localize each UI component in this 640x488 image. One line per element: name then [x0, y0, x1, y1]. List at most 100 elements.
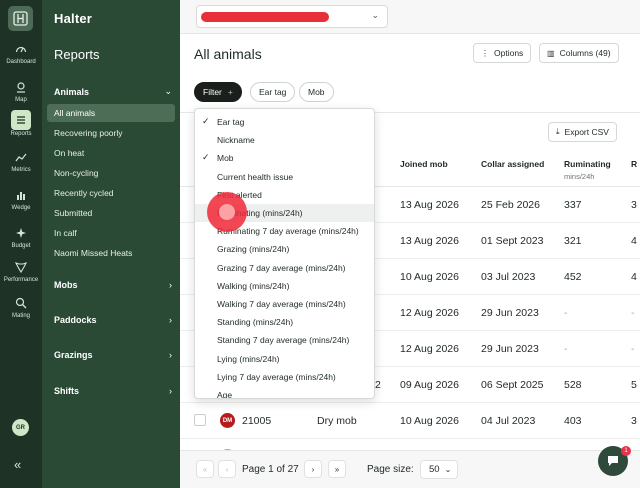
- chevron-down-icon: ⌄: [164, 86, 172, 96]
- dropdown-option-label: Grazing 7 day average (mins/24h): [217, 262, 346, 273]
- nav-item-submitted[interactable]: Submitted: [47, 204, 175, 222]
- options-label: Options: [494, 48, 524, 58]
- col-header-collar-assigned[interactable]: Collar assigned: [481, 159, 544, 169]
- table-row[interactable]: DM 21005 Dry mob 10 Aug 2026 04 Jul 2023 403 3: [180, 403, 640, 439]
- halter-logo-icon[interactable]: [8, 6, 33, 31]
- line-chart-icon: [11, 148, 31, 166]
- dropdown-option-label: Current health issue: [217, 171, 294, 182]
- dropdown-option-standing-mins-24h[interactable]: Standing (mins/24h): [195, 313, 374, 331]
- mob-badge: DM: [220, 413, 235, 428]
- dropdown-option-label: Walking (mins/24h): [217, 280, 290, 291]
- pagination-bar: « ‹ Page 1 of 27 › » Page size: 50 ⌄: [180, 450, 640, 488]
- rail-item-map[interactable]: Map: [0, 78, 42, 103]
- dropdown-option-lying-mins-24h[interactable]: Lying (mins/24h): [195, 350, 374, 368]
- nav-item-naomi-missed-heats[interactable]: Naomi Missed Heats: [47, 244, 175, 262]
- cell-next-column: 5: [631, 379, 637, 391]
- nav-section-grazings[interactable]: Grazings ›: [54, 350, 172, 360]
- collapse-sidebar-icon[interactable]: «: [14, 457, 21, 472]
- gauge-icon: [11, 40, 31, 58]
- dropdown-option-label: Nickname: [217, 135, 255, 146]
- dropdown-option-grazing-mins-24h[interactable]: Grazing (mins/24h): [195, 240, 374, 258]
- cell-ruminating: 403: [564, 415, 582, 427]
- nav-section-mobs[interactable]: Mobs ›: [54, 280, 172, 290]
- filter-button[interactable]: Filter +: [194, 82, 242, 102]
- col-header-joined-mob[interactable]: Joined mob: [400, 159, 448, 169]
- rail-item-dashboard[interactable]: Dashboard: [0, 40, 42, 65]
- nav-item-recovering-poorly[interactable]: Recovering poorly: [47, 124, 175, 142]
- dropdown-option-lying-7-day-average-mins-24h[interactable]: Lying 7 day average (mins/24h): [195, 368, 374, 386]
- cell-collar-assigned: 25 Feb 2026: [481, 199, 540, 211]
- columns-button[interactable]: ▥ Columns (49): [539, 43, 619, 63]
- cell-ruminating: 337: [564, 199, 582, 211]
- dropdown-option-mob[interactable]: ✓ Mob: [195, 149, 374, 167]
- nav-item-recently-cycled[interactable]: Recently cycled: [47, 184, 175, 202]
- nav-item-in-calf[interactable]: In calf: [47, 224, 175, 242]
- dropdown-option-label: Ear tag: [217, 117, 245, 127]
- dropdown-option-walking-mins-24h[interactable]: Walking (mins/24h): [195, 277, 374, 295]
- rail-item-wedge[interactable]: Wedge: [0, 186, 42, 211]
- export-csv-button[interactable]: ⤓ Export CSV: [548, 122, 617, 142]
- filter-chip-mob[interactable]: Mob: [299, 82, 334, 102]
- page-size-select[interactable]: 50 ⌄: [420, 460, 458, 479]
- rail-item-label: Budget: [11, 243, 31, 249]
- icon-rail: Dashboard Map Reports Metrics Wedge Budget Per…: [0, 0, 42, 488]
- rail-item-label: Map: [15, 97, 27, 103]
- nav-section-paddocks[interactable]: Paddocks ›: [54, 315, 172, 325]
- cell-next-column: 4: [631, 271, 637, 283]
- nav-item-all-animals[interactable]: All animals: [47, 104, 175, 122]
- dropdown-option-ear-tag[interactable]: ✓ Ear tag: [195, 113, 374, 131]
- nav-item-non-cycling[interactable]: Non-cycling: [47, 164, 175, 182]
- dropdown-option-grazing-7-day-average-mins-24h[interactable]: Grazing 7 day average (mins/24h): [195, 259, 374, 277]
- cell-ruminating: -: [564, 343, 568, 355]
- first-page-button[interactable]: «: [196, 460, 214, 478]
- cell-ruminating: 452: [564, 271, 582, 283]
- last-page-button[interactable]: »: [328, 460, 346, 478]
- col-header-ruminating[interactable]: Ruminating: [564, 159, 611, 169]
- col-header-next[interactable]: R: [631, 159, 637, 169]
- cell-collar-assigned: 29 Jun 2023: [481, 343, 539, 355]
- user-avatar[interactable]: GR: [12, 419, 29, 436]
- dropdown-option-label: Walking 7 day average (mins/24h): [217, 299, 346, 309]
- rail-item-metrics[interactable]: Metrics: [0, 148, 42, 173]
- cell-joined-mob: 10 Aug 2026: [400, 271, 459, 283]
- cell-next-column: -: [631, 307, 635, 319]
- rail-item-label: Reports: [10, 131, 32, 137]
- filter-field-dropdown: ✓ Ear tag Nickname ✓ Mob Current health issue…: [194, 108, 375, 399]
- rail-item-mating[interactable]: Mating: [0, 294, 42, 319]
- nav-item-on-heat[interactable]: On heat: [47, 144, 175, 162]
- rail-item-reports[interactable]: Reports: [0, 110, 42, 137]
- dropdown-option-standing-7-day-average-mins-24h[interactable]: Standing 7 day average (mins/24h): [195, 331, 374, 349]
- rail-item-performance[interactable]: Performance: [0, 258, 42, 283]
- next-page-button[interactable]: ›: [304, 460, 322, 478]
- dropdown-option-label: Lying (mins/24h): [217, 353, 280, 364]
- map-pin-icon: [11, 78, 31, 96]
- dropdown-option-label: Lying 7 day average (mins/24h): [217, 371, 336, 382]
- filter-label: Filter: [203, 87, 222, 97]
- filter-chip-ear-tag[interactable]: Ear tag: [250, 82, 296, 102]
- nav-section-shifts[interactable]: Shifts ›: [54, 386, 172, 396]
- chevron-down-icon: ⌄: [371, 10, 379, 20]
- reports-nav: Halter Reports Animals ⌄ All animals Reco…: [42, 0, 180, 488]
- cell-collar-assigned: 04 Jul 2023: [481, 415, 536, 427]
- rail-item-label: Dashboard: [6, 59, 36, 65]
- cell-mob: Dry mob: [317, 415, 357, 427]
- farm-selector[interactable]: ⌄: [196, 5, 388, 28]
- nav-section-label: Shifts: [54, 386, 80, 396]
- search-heart-icon: [11, 294, 31, 312]
- dropdown-option-walking-7-day-average-mins-24h[interactable]: Walking 7 day average (mins/24h): [195, 295, 374, 313]
- cell-next-column: -: [631, 343, 635, 355]
- options-button[interactable]: ⋮ Options: [473, 43, 532, 63]
- prev-page-button[interactable]: ‹: [218, 460, 236, 478]
- page-size-value: 50: [429, 464, 440, 475]
- cell-collar-assigned: 29 Jun 2023: [481, 307, 539, 319]
- chat-bubble-icon: [608, 456, 618, 466]
- dropdown-option-label: Standing 7 day average (mins/24h): [217, 335, 350, 346]
- columns-label: Columns (49): [559, 48, 611, 58]
- nav-section-animals[interactable]: Animals ⌄: [54, 86, 172, 97]
- row-checkbox[interactable]: [194, 414, 206, 426]
- dropdown-option-age[interactable]: Age: [195, 386, 374, 398]
- dropdown-option-current-health-issue[interactable]: Current health issue: [195, 168, 374, 186]
- plus-icon: +: [227, 87, 233, 97]
- rail-item-budget[interactable]: Budget: [0, 224, 42, 249]
- dropdown-option-nickname[interactable]: Nickname: [195, 131, 374, 149]
